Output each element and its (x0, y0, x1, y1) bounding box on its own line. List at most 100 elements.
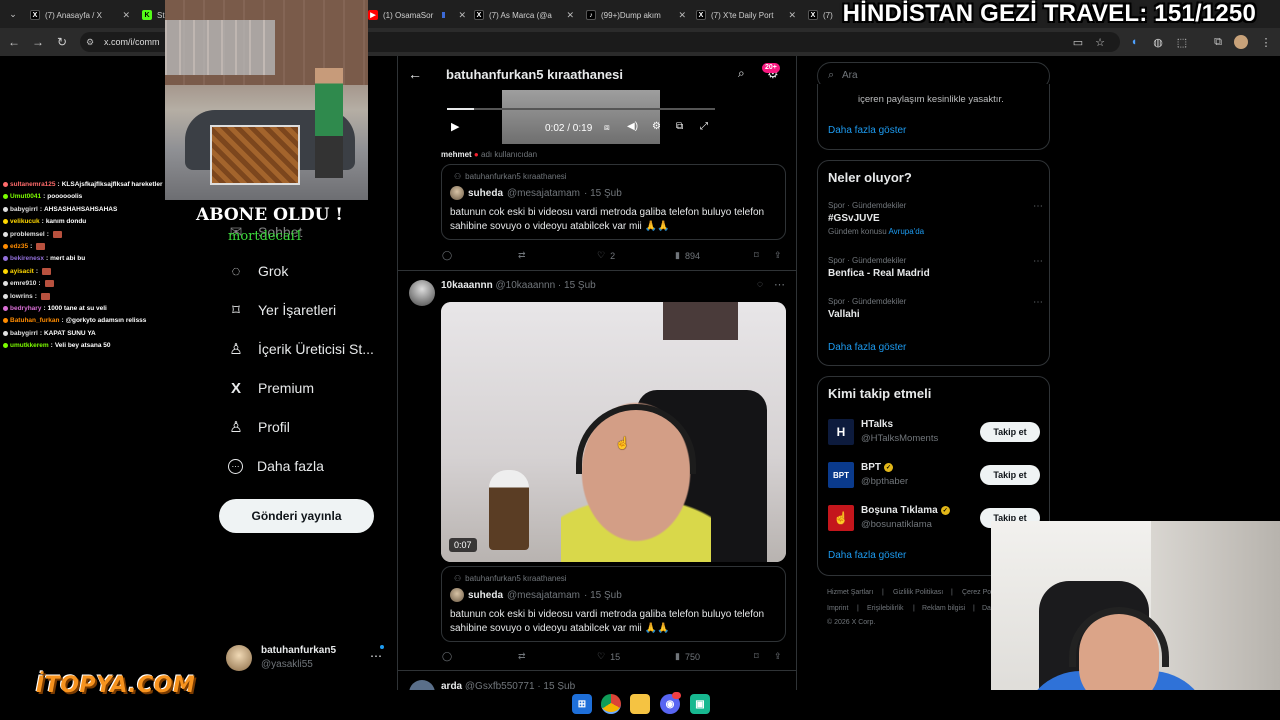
captions-icon[interactable]: ⧈ (604, 122, 610, 133)
bookmark-button[interactable]: ⌑ (754, 651, 759, 662)
play-icon[interactable]: ▶ (451, 120, 459, 133)
extension-icon[interactable]: ⬚ (1174, 33, 1190, 51)
trends-title: Neler oluyor? (828, 170, 912, 185)
follow-suggestion[interactable]: BPT BPT ✓ @bpthaber Takip et (828, 460, 1043, 490)
browser-tab[interactable]: ♪ (99+)Dump akım ✕ (586, 4, 686, 26)
file-explorer-icon[interactable] (630, 694, 650, 714)
tab-title: (1) OsamaSor (383, 10, 434, 20)
browser-tab[interactable]: X (7) As Marca (@a ✕ (474, 4, 574, 26)
footer-link[interactable]: Imprint (827, 605, 848, 612)
follow-button[interactable]: Takip et (980, 465, 1040, 485)
video-player[interactable]: ▶ 0:02 / 0:19 ⧈ ◀) ⚙ ⧉ ⤢ (442, 90, 720, 144)
tab-search-button[interactable]: ⌄ (6, 7, 20, 21)
share-button[interactable]: ⇪ (774, 250, 782, 261)
site-settings-icon[interactable]: ⚙ (86, 37, 94, 48)
quoted-post[interactable]: ⚇ batuhanfurkan5 kıraathanesi suheda @mes… (441, 164, 786, 240)
extension-audio-icon[interactable]: ◖ (1126, 33, 1142, 51)
browser-tab[interactable]: K St (142, 4, 166, 26)
views-button[interactable]: ▮ 750 (675, 651, 700, 662)
puzzle-icon[interactable]: ⧉ (1210, 33, 1226, 51)
post-button[interactable]: Gönderi yayınla (219, 499, 374, 533)
chat-emote-icon (40, 292, 50, 300)
picture-in-picture-icon[interactable]: ⧉ (676, 121, 683, 132)
show-more-link[interactable]: Daha fazla göster (828, 342, 906, 353)
sidebar-item-premium[interactable]: X Premium (228, 379, 314, 397)
footer-link[interactable]: Hizmet Şartları (827, 589, 873, 596)
reply-button[interactable]: ◯ (442, 250, 452, 261)
more-horizontal-icon[interactable]: ⋯ (1033, 256, 1043, 267)
reload-icon[interactable]: ↻ (53, 33, 71, 51)
follow-suggestion[interactable]: H HTalks @HTalksMoments Takip et (828, 417, 1043, 447)
back-arrow-icon[interactable]: ← (408, 66, 422, 82)
x-premium-icon: X (230, 379, 241, 397)
sidebar-item-bookmarks[interactable]: ⌑ Yer İşaretleri (228, 302, 336, 319)
cast-icon[interactable]: ▭ (1070, 33, 1086, 51)
close-icon[interactable]: ✕ (670, 10, 686, 21)
repost-button[interactable]: ⇄ (518, 250, 526, 261)
close-icon[interactable]: ✕ (780, 10, 796, 21)
gear-icon[interactable]: ⚙ (652, 121, 661, 132)
footer-link[interactable]: Gizlilik Politikası (893, 589, 943, 596)
browser-tab[interactable]: ▶ (1) OsamaSor ✕ (368, 4, 466, 26)
more-horizontal-icon[interactable]: ⋯ (1033, 297, 1043, 308)
more-horizontal-icon[interactable]: ⋯ (1033, 201, 1043, 212)
sidebar-item-profile[interactable]: ♙ Profil (228, 419, 290, 436)
more-horizontal-icon[interactable]: ⋯ (370, 649, 382, 663)
more-horizontal-icon[interactable]: ⋯ (774, 278, 785, 291)
video-progress-track[interactable] (447, 108, 715, 110)
fullscreen-icon[interactable]: ⤢ (700, 121, 708, 132)
account-switcher[interactable]: batuhanfurkan5 @yasakli55 ⋯ (226, 643, 386, 673)
footer-link[interactable]: Erişilebilirlik (867, 605, 904, 612)
menu-kebab-icon[interactable]: ⋮ (1258, 33, 1274, 51)
back-arrow-icon[interactable]: ← (5, 33, 23, 51)
bookmark-star-icon[interactable]: ☆ (1092, 33, 1108, 51)
share-icon: ⇪ (774, 651, 782, 661)
footer-link[interactable]: Reklam bilgisi (922, 605, 965, 612)
grok-icon[interactable]: ◌ (757, 279, 763, 290)
share-button[interactable]: ⇪ (774, 651, 782, 662)
extension-icon[interactable]: ◍ (1150, 33, 1166, 51)
close-icon[interactable]: ✕ (558, 10, 574, 21)
views-button[interactable]: ▮ 894 (675, 250, 700, 261)
profile-avatar[interactable] (1234, 35, 1248, 49)
community-label: ⚇ batuhanfurkan5 kıraathanesi (454, 574, 567, 583)
sidebar-item-creator-studio[interactable]: ♙ İçerik Üreticisi St... (228, 341, 374, 358)
close-icon[interactable]: ✕ (450, 10, 466, 21)
sidebar-item-grok[interactable]: ◌ Grok (228, 263, 289, 280)
quoted-post[interactable]: ⚇ batuhanfurkan5 kıraathanesi suheda @mes… (441, 566, 786, 642)
chat-emote-icon (36, 243, 46, 250)
like-count: 15 (610, 651, 621, 662)
search-icon[interactable]: ⌕ (738, 66, 745, 81)
account-handle: @yasakli55 (261, 659, 313, 670)
windows-start-icon[interactable]: ⊞ (572, 694, 592, 714)
close-icon[interactable]: ✕ (114, 10, 130, 21)
footer-link[interactable]: Da (982, 605, 991, 612)
sidebar-item-more[interactable]: ⋯ Daha fazla (228, 458, 324, 474)
chrome-icon[interactable] (601, 694, 621, 714)
browser-tab[interactable]: X (7) Anasayfa / X ✕ (30, 4, 130, 26)
community-name: batuhanfurkan5 kıraathanesi (465, 574, 567, 583)
volume-icon[interactable]: ◀) (627, 121, 638, 132)
chat-message: sultanemra125: KLSAjsfkajflksajflksaf har… (3, 181, 163, 188)
browser-tab[interactable]: X (7) (808, 4, 838, 26)
notification-dot (380, 645, 384, 649)
trend-item[interactable]: Spor · Gündemdekiler #GSvJUVE Gündem kon… (828, 201, 1043, 245)
trend-sub-link[interactable]: Avrupa'da (888, 227, 924, 236)
like-button[interactable]: ♡ 15 (597, 651, 620, 662)
chat-username: sultanemra125 (10, 181, 56, 188)
follow-button[interactable]: Takip et (980, 422, 1040, 442)
show-more-link[interactable]: Daha fazla göster (828, 125, 906, 136)
trend-item[interactable]: Spor · Gündemdekiler Vallahi ⋯ (828, 297, 1043, 327)
video-player[interactable]: 0:07 (441, 302, 786, 562)
like-button[interactable]: ♡ 2 (597, 250, 615, 261)
bookmark-button[interactable]: ⌑ (754, 250, 759, 261)
forward-arrow-icon[interactable]: → (29, 33, 47, 51)
browser-tab[interactable]: X (7) X'te Daily Port ✕ (696, 4, 796, 26)
reply-button[interactable]: ◯ (442, 651, 452, 662)
app-icon[interactable]: ▣ (690, 694, 710, 714)
trend-item[interactable]: Spor · Gündemdekiler Benfica - Real Madr… (828, 256, 1043, 286)
show-more-link[interactable]: Daha fazla göster (828, 550, 906, 561)
chat-emote-icon (44, 280, 54, 288)
repost-button[interactable]: ⇄ (518, 651, 526, 662)
footer-link[interactable]: Çerez Po (962, 589, 991, 596)
